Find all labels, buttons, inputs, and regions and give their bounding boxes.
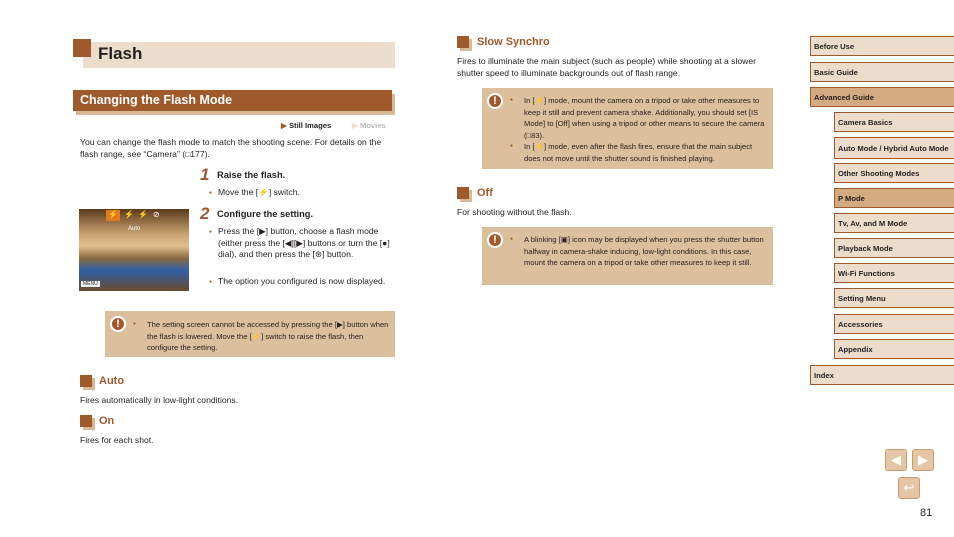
- step-title: Configure the setting.: [217, 209, 314, 219]
- intro-text: You can change the flash mode to match t…: [80, 137, 382, 159]
- caution-text: In [⚡] mode, even after the flash fires,…: [510, 141, 768, 164]
- slow-synchro-heading: Slow Synchro: [477, 36, 550, 48]
- flash-auto-icon: ⚡: [106, 210, 120, 221]
- auto-text: Fires automatically in low-light conditi…: [80, 395, 239, 405]
- sidebar-item[interactable]: Accessories: [834, 314, 954, 334]
- sidebar-item[interactable]: Camera Basics: [834, 112, 954, 132]
- caution-icon: !: [487, 232, 503, 248]
- caution-box: ! In [⚡] mode, mount the camera on a tri…: [482, 88, 773, 169]
- on-text: Fires for each shot.: [80, 435, 154, 445]
- off-text: For shooting without the flash.: [457, 207, 572, 217]
- step-bullet: The option you configured is now display…: [209, 276, 395, 288]
- sidebar-item[interactable]: P Mode: [834, 188, 954, 208]
- sidebar-item[interactable]: Auto Mode / Hybrid Auto Mode: [834, 137, 954, 159]
- sidebar-item[interactable]: Tv, Av, and M Mode: [834, 213, 954, 233]
- caution-text: The setting screen cannot be accessed by…: [133, 319, 391, 354]
- caution-box: ! The setting screen cannot be accessed …: [105, 311, 395, 357]
- sidebar-item[interactable]: Advanced Guide: [810, 87, 954, 107]
- movies-label: Movies: [359, 121, 386, 130]
- sidebar-item[interactable]: Wi-Fi Functions: [834, 263, 954, 283]
- off-icon: [457, 187, 472, 202]
- title-square: [73, 39, 91, 57]
- auto-heading: Auto: [99, 375, 125, 387]
- step-bullet: Move the [⚡] switch.: [209, 187, 394, 199]
- auto-icon: [80, 375, 95, 390]
- caution-box: ! A blinking [▣] icon may be displayed w…: [482, 227, 773, 285]
- sidebar-item[interactable]: Appendix: [834, 339, 954, 359]
- sidebar-item[interactable]: Setting Menu: [834, 288, 954, 308]
- page-title: Flash: [98, 44, 143, 63]
- sidebar-item[interactable]: Playback Mode: [834, 238, 954, 258]
- still-label: Still Images: [288, 121, 332, 130]
- caution-text: A blinking [▣] icon may be displayed whe…: [510, 234, 768, 269]
- sidebar-item[interactable]: Basic Guide: [810, 62, 954, 82]
- slow-synchro-text: Fires to illuminate the main subject (su…: [457, 56, 757, 78]
- step-number: 2: [200, 204, 210, 223]
- prev-page-button[interactable]: ◀: [885, 449, 907, 471]
- page-number: 81: [920, 507, 933, 519]
- step-number: 1: [200, 165, 210, 184]
- off-heading: Off: [477, 187, 493, 199]
- caution-text: In [⚡] mode, mount the camera on a tripo…: [510, 95, 768, 142]
- sidebar-item[interactable]: Before Use: [810, 36, 954, 56]
- menu-icon: MENU: [81, 281, 100, 287]
- caution-icon: !: [487, 93, 503, 109]
- caution-icon: !: [110, 316, 126, 332]
- mode-still: ▶ Still Images: [281, 121, 332, 130]
- next-page-button[interactable]: ▶: [912, 449, 934, 471]
- step-bullet: Press the [▶] button, choose a flash mod…: [209, 226, 395, 261]
- return-button[interactable]: ↩: [898, 477, 920, 499]
- screen-label: Auto: [128, 226, 141, 232]
- sidebar-item[interactable]: Other Shooting Modes: [834, 163, 954, 183]
- section-title: Changing the Flash Mode: [73, 90, 392, 111]
- step-title: Raise the flash.: [217, 170, 286, 180]
- sidebar-item[interactable]: Index: [810, 365, 954, 385]
- camera-screen-image: ⚡ ⚡ ⚡ ⊘ Auto MENU: [79, 209, 189, 291]
- on-icon: [80, 415, 95, 430]
- flash-on-icon: ⚡ ⚡ ⊘: [124, 210, 160, 219]
- slow-synchro-icon: [457, 36, 472, 51]
- mode-movies: ▶ Movies: [352, 121, 386, 130]
- on-heading: On: [99, 415, 115, 427]
